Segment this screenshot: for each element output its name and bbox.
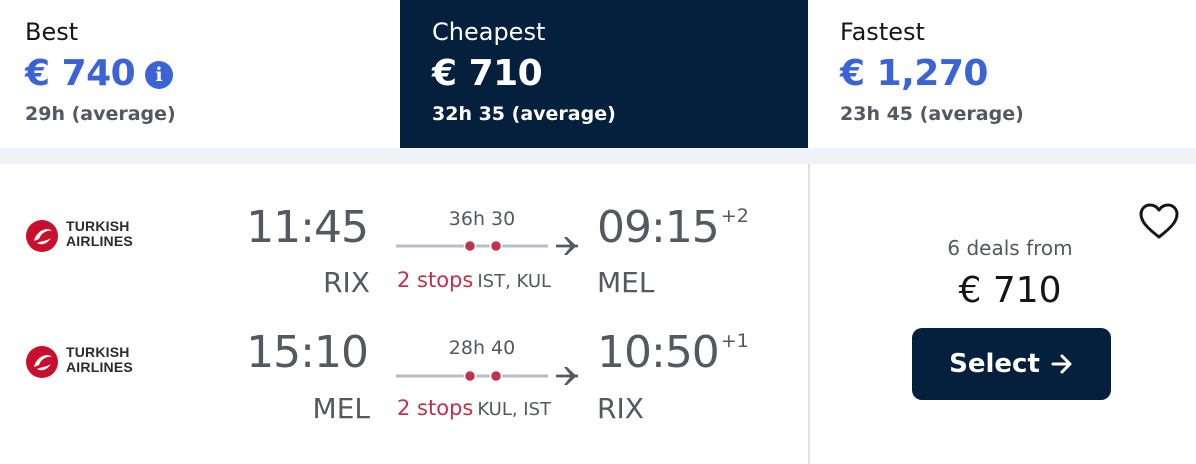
tab-cheapest-price: € 710 <box>432 53 543 94</box>
arrival-time: 09:15 +2 <box>597 202 749 253</box>
plane-icon <box>556 237 578 255</box>
sort-tabs: Best € 740 i 29h (average) Cheapest € 71… <box>0 0 1196 148</box>
stops-info: 2 stops KUL, IST <box>397 396 551 420</box>
arrival-time: 10:50 +1 <box>597 327 749 378</box>
select-button[interactable]: Select <box>912 328 1111 400</box>
stops-count: 2 stops <box>397 268 474 292</box>
tab-best[interactable]: Best € 740 i 29h (average) <box>0 0 400 148</box>
arrival-time-value: 09:15 <box>597 202 720 253</box>
leg-outbound: TURKISH AIRLINES 11:45 RIX 36h 30 2 stop… <box>0 164 808 299</box>
tab-cheapest-label: Cheapest <box>432 18 546 46</box>
day-offset: +2 <box>720 205 749 227</box>
airline-logo-icon <box>26 346 58 378</box>
tab-best-average: 29h (average) <box>25 103 176 125</box>
route-line <box>396 237 578 255</box>
day-offset: +1 <box>720 330 749 352</box>
info-icon[interactable]: i <box>145 61 173 89</box>
tab-best-price: € 740 <box>25 53 136 94</box>
route-line <box>396 367 578 385</box>
airline-name: TURKISH AIRLINES <box>66 345 156 375</box>
arrow-right-icon <box>1051 354 1072 374</box>
stops-count: 2 stops <box>397 396 474 420</box>
airline-name-line1: TURKISH <box>66 218 130 234</box>
departure-airport: MEL <box>312 392 370 425</box>
airline-name-line2: AIRLINES <box>66 233 133 249</box>
stops-via: IST, KUL <box>477 271 552 292</box>
airline-logo-icon <box>26 220 58 252</box>
flight-duration: 36h 30 <box>448 208 516 230</box>
stops-via: KUL, IST <box>477 399 552 420</box>
departure-time: 15:10 <box>246 327 369 378</box>
airline-name: TURKISH AIRLINES <box>66 219 156 249</box>
deals-count: 6 deals from <box>947 236 1073 260</box>
select-button-label: Select <box>949 349 1040 379</box>
tab-fastest[interactable]: Fastest € 1,270 23h 45 (average) <box>808 0 1196 148</box>
departure-time: 11:45 <box>246 202 369 253</box>
deal-price: € 710 <box>958 270 1062 311</box>
tab-cheapest-average: 32h 35 (average) <box>432 103 616 125</box>
tab-best-label: Best <box>25 18 79 46</box>
stops-info: 2 stops IST, KUL <box>397 268 551 292</box>
airline-name-line2: AIRLINES <box>66 359 133 375</box>
airline-name-line1: TURKISH <box>66 344 130 360</box>
tab-fastest-price: € 1,270 <box>840 53 988 94</box>
arrival-time-value: 10:50 <box>597 327 720 378</box>
arrival-airport: RIX <box>597 392 644 425</box>
plane-icon <box>556 367 578 385</box>
tab-fastest-average: 23h 45 (average) <box>840 103 1024 125</box>
tab-fastest-label: Fastest <box>840 18 925 46</box>
tab-cheapest[interactable]: Cheapest € 710 32h 35 (average) <box>400 0 808 148</box>
flight-result-card[interactable]: TURKISH AIRLINES 11:45 RIX 36h 30 2 stop… <box>0 164 1196 464</box>
price-panel: 6 deals from € 710 Select <box>810 164 1196 464</box>
leg-return: TURKISH AIRLINES 15:10 MEL 28h 40 2 stop… <box>0 292 808 425</box>
itinerary-legs: TURKISH AIRLINES 11:45 RIX 36h 30 2 stop… <box>0 164 808 464</box>
flight-duration: 28h 40 <box>448 337 516 359</box>
